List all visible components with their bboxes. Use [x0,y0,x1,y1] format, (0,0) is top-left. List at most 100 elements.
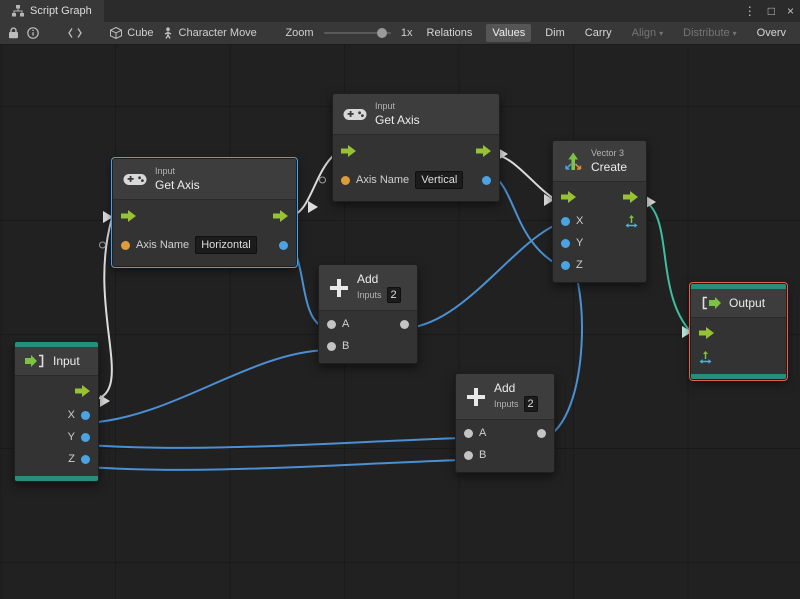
target-object-breadcrumb[interactable]: Cube [110,27,154,39]
output-y-port[interactable] [81,432,90,442]
node-title: Input [53,354,80,368]
node-header[interactable]: Vector 3 Create [553,141,646,183]
port-label: A [479,427,487,440]
maximize-icon[interactable]: □ [768,5,775,17]
node-input-event[interactable]: Input X Y Z [14,341,99,483]
flow-in-port[interactable] [699,327,714,340]
event-accent-bar [15,476,98,482]
connection-inputz-to-add2-b[interactable] [87,459,463,471]
graph-canvas[interactable]: Input Get Axis Axis Name Vertical Input … [0,45,800,599]
zoom-label: Zoom [285,27,314,39]
axis-name-port[interactable] [341,175,350,185]
graph-hierarchy-icon [12,5,24,17]
flow-arrowhead [308,201,318,213]
value-out-port[interactable] [279,240,288,250]
node-add-1[interactable]: Add Inputs 2 A B [318,264,418,365]
vector-value-icon[interactable] [699,350,712,364]
toggle-carry[interactable]: Carry [579,24,618,42]
output-x-port[interactable] [81,410,90,420]
port-row-b: B [319,335,417,357]
port-label: Y [67,431,75,444]
info-icon[interactable] [27,27,39,39]
flow-out-port[interactable] [273,210,288,223]
flow-ports-row [333,137,499,165]
graph-asset-label: Character Move [178,27,257,39]
port-label: Z [576,259,583,272]
port-label: B [479,449,487,462]
node-title: Create [591,159,628,174]
connection-flow-create-to-output[interactable] [641,199,697,338]
node-category: Input [155,166,176,176]
flow-out-port[interactable] [476,145,491,158]
input-b-port[interactable] [464,450,473,460]
window-controls: ⋮ □ × [744,0,794,22]
input-x-port[interactable] [561,216,570,226]
param-label: Axis Name [136,239,190,252]
plus-icon [329,278,349,298]
input-event-icon [25,354,45,368]
node-header[interactable]: Add Inputs 2 [319,265,417,312]
node-header[interactable]: Input Get Axis [113,159,296,201]
lock-icon[interactable] [8,27,19,39]
node-vector3-create[interactable]: Vector 3 Create X Y Z [552,140,647,284]
port-row-z: Z [15,448,98,470]
gamepad-icon [343,107,367,122]
axis-name-field[interactable]: Horizontal [195,236,257,255]
node-add-2[interactable]: Add Inputs 2 A B [455,373,555,474]
node-header[interactable]: Input Get Axis [333,94,499,136]
port-label: X [576,215,584,228]
flow-out-port[interactable] [623,191,638,204]
tab-script-graph[interactable]: Script Graph [0,0,104,22]
node-title: Get Axis [375,112,420,127]
flow-ports-row [15,378,98,404]
connection-inputx-to-add1-b[interactable] [87,349,327,424]
connection-flow-getaxis-v-to-create[interactable] [491,153,557,201]
sum-out-port[interactable] [400,319,409,329]
node-title: Add [357,272,379,286]
output-z-port[interactable] [81,454,90,464]
node-title: Output [729,296,766,310]
port-label: Y [576,237,584,250]
node-header[interactable]: Output [691,289,786,319]
axis-name-field[interactable]: Vertical [415,171,464,190]
script-graph-window: Script Graph ⋮ □ × Cube Character Move Z… [0,0,800,599]
node-header[interactable]: Input [15,347,98,377]
graph-toolbar: Cube Character Move Zoom 1x Relations Va… [0,22,800,45]
sum-out-port[interactable] [537,428,546,438]
input-b-port[interactable] [327,341,336,351]
plus-icon [466,387,486,407]
connection-inputy-to-add2-a[interactable] [87,437,463,449]
flow-in-port[interactable] [341,145,356,158]
param-label: Axis Name [356,174,410,187]
flow-in-port[interactable] [121,210,136,223]
connection-add1-to-create-x[interactable] [407,222,561,329]
zoom-slider-handle[interactable] [376,28,387,38]
kebab-menu-icon[interactable]: ⋮ [744,5,756,17]
value-out-port[interactable] [482,175,491,185]
graph-asset-breadcrumb[interactable]: Character Move [162,27,257,39]
flow-out-port[interactable] [75,385,90,398]
input-y-port[interactable] [561,238,570,248]
node-get-axis-horizontal[interactable]: Input Get Axis Axis Name Horizontal [99,158,297,268]
toggle-dim[interactable]: Dim [539,24,571,42]
node-get-axis-vertical[interactable]: Input Get Axis Axis Name Vertical [319,93,500,203]
inputs-count-field[interactable]: 2 [386,287,401,304]
menu-align[interactable]: Align [626,24,669,42]
node-output-event[interactable]: Output [690,283,787,381]
zoom-slider[interactable] [323,28,391,38]
axis-name-port[interactable] [121,240,130,250]
inputs-count-field[interactable]: 2 [523,396,538,413]
flow-in-port[interactable] [561,191,576,204]
input-z-port[interactable] [561,260,570,270]
menu-distribute[interactable]: Distribute [677,24,742,42]
input-a-port[interactable] [464,428,473,438]
input-a-port[interactable] [327,319,336,329]
vector-preview-icon[interactable] [625,214,638,228]
target-object-label: Cube [127,27,154,39]
toggle-overview[interactable]: Overv [751,24,792,42]
code-view-icon[interactable] [67,28,82,38]
toggle-values[interactable]: Values [486,24,532,42]
toggle-relations[interactable]: Relations [421,24,479,42]
node-header[interactable]: Add Inputs 2 [456,374,554,421]
close-icon[interactable]: × [787,5,794,17]
